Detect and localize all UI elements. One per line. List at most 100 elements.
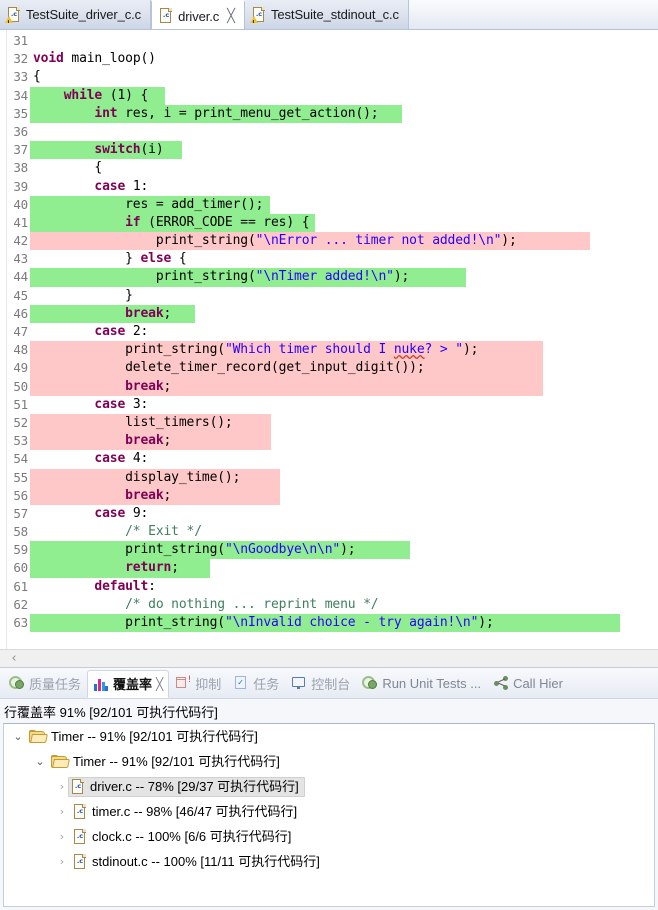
code-lines: 3132void main_loop()33 {34 while (1) {35 …: [0, 32, 658, 632]
code-text: {: [33, 68, 41, 86]
editor-tab-testsuite-driver-c-c[interactable]: .cTestSuite_driver_c.c: [0, 0, 151, 29]
close-icon[interactable]: ╳: [156, 677, 163, 691]
code-line[interactable]: 63 print_string("\nInvalid choice - try …: [0, 614, 658, 632]
chevron-down-icon[interactable]: ⌄: [10, 730, 26, 743]
code-line[interactable]: 47 case 2:: [0, 323, 658, 341]
tree-row[interactable]: ›.cstdinout.c -- 100% [11/11 可执行代码行]: [4, 849, 654, 874]
code-text: while (1) {: [33, 87, 148, 105]
tree-row[interactable]: ›.c timer.c -- 98% [46/47 可执行代码行]: [4, 799, 654, 824]
chevron-right-icon[interactable]: ›: [54, 855, 70, 868]
code-text: print_string("\nGoodbye\n\n");: [33, 541, 355, 559]
quality-tasks-icon: [9, 675, 25, 691]
line-number: 61: [0, 578, 28, 596]
code-line[interactable]: 37 switch(i): [0, 141, 658, 159]
chevron-right-icon[interactable]: ›: [54, 830, 70, 843]
line-number: 35: [0, 105, 28, 123]
tree-row[interactable]: ›.cdriver.c -- 78% [29/37 可执行代码行]: [4, 774, 654, 799]
view-tab-tasks[interactable]: ✓任务: [227, 670, 285, 696]
code-line[interactable]: 58 /* Exit */: [0, 523, 658, 541]
code-line[interactable]: 35 int res, i = print_menu_get_action();: [0, 105, 658, 123]
line-number: 60: [0, 559, 28, 577]
view-tab-suppress[interactable]: !抑制: [169, 670, 227, 696]
tree-row-content[interactable]: Timer -- 91% [92/101 可执行代码行]: [26, 727, 264, 746]
tree-row-content[interactable]: .cclock.c -- 100% [6/6 可执行代码行]: [70, 827, 297, 847]
tree-row-content[interactable]: .cdriver.c -- 78% [29/37 可执行代码行]: [68, 777, 305, 797]
run-unit-tests-icon: [362, 675, 378, 691]
tree-row-label: timer.c -- 98% [46/47 可执行代码行]: [92, 804, 297, 819]
coverage-bars-icon: [93, 676, 109, 692]
code-text: } else {: [33, 250, 187, 268]
tree-row-content[interactable]: .c timer.c -- 98% [46/47 可执行代码行]: [70, 802, 303, 822]
tree-row-label: stdinout.c -- 100% [11/11 可执行代码行]: [92, 854, 320, 869]
close-icon[interactable]: ╳: [227, 10, 235, 23]
code-line[interactable]: 59 print_string("\nGoodbye\n\n");: [0, 541, 658, 559]
code-text: int res, i = print_menu_get_action();: [33, 105, 378, 123]
line-number: 33: [0, 68, 28, 86]
line-number: 39: [0, 178, 28, 196]
code-line[interactable]: 62 /* do nothing ... reprint menu */: [0, 596, 658, 614]
code-viewport[interactable]: 3132void main_loop()33 {34 while (1) {35 …: [0, 30, 658, 667]
editor-tab-label: TestSuite_driver_c.c: [26, 7, 141, 22]
line-number: 31: [0, 32, 28, 50]
code-line[interactable]: 56 break;: [0, 487, 658, 505]
c-file-icon: .c: [73, 804, 87, 820]
view-tab-label: Run Unit Tests ...: [382, 676, 481, 691]
code-line[interactable]: 45 }: [0, 287, 658, 305]
tree-row-content[interactable]: .cstdinout.c -- 100% [11/11 可执行代码行]: [70, 852, 326, 872]
code-line[interactable]: 53 break;: [0, 432, 658, 450]
code-line[interactable]: 41 if (ERROR_CODE == res) {: [0, 214, 658, 232]
code-line[interactable]: 61 default:: [0, 578, 658, 596]
view-tab-label: 抑制: [195, 674, 221, 693]
scrollbar-track[interactable]: [28, 650, 658, 667]
view-tab-call-hierarchy[interactable]: Call Hier: [487, 670, 569, 696]
tree-row[interactable]: ›.cclock.c -- 100% [6/6 可执行代码行]: [4, 824, 654, 849]
code-line[interactable]: 50 break;: [0, 378, 658, 396]
scroll-left-button[interactable]: ‹: [0, 650, 28, 667]
tree-row-label: Timer -- 91% [92/101 可执行代码行]: [51, 729, 258, 744]
coverage-tree[interactable]: ⌄Timer -- 91% [92/101 可执行代码行]⌄Timer -- 9…: [3, 723, 655, 907]
code-line[interactable]: 57 case 9:: [0, 505, 658, 523]
tree-row[interactable]: ⌄ Timer -- 91% [92/101 可执行代码行]: [4, 724, 654, 749]
view-tab-run-unit-tests[interactable]: Run Unit Tests ...: [356, 670, 487, 696]
code-line[interactable]: 43 } else {: [0, 250, 658, 268]
code-line[interactable]: 32void main_loop(): [0, 50, 658, 68]
editor-tab-driver-c[interactable]: .cdriver.c╳: [151, 0, 245, 30]
view-tab-console[interactable]: 控制台: [285, 670, 356, 696]
code-line[interactable]: 31: [0, 32, 658, 50]
code-line[interactable]: 44 print_string("\nTimer added!\n");: [0, 268, 658, 286]
code-text: /* Exit */: [33, 523, 202, 541]
code-line[interactable]: 34 while (1) {: [0, 87, 658, 105]
line-number: 59: [0, 541, 28, 559]
editor-tab-testsuite-stdinout-c-c[interactable]: .c TestSuite_stdinout_c.c: [245, 0, 409, 29]
tree-row[interactable]: ⌄Timer -- 91% [92/101 可执行代码行]: [4, 749, 654, 774]
code-line[interactable]: 46 break;: [0, 305, 658, 323]
code-line[interactable]: 42 print_string("\nError ... timer not a…: [0, 232, 658, 250]
code-line[interactable]: 40 res = add_timer();: [0, 196, 658, 214]
editor-tab-label: TestSuite_stdinout_c.c: [271, 7, 399, 22]
chevron-right-icon[interactable]: ›: [54, 805, 70, 818]
editor-horizontal-scrollbar[interactable]: ‹: [0, 649, 658, 667]
console-icon: [291, 675, 307, 691]
code-text: if (ERROR_CODE == res) {: [33, 214, 309, 232]
chevron-left-icon: ‹: [11, 652, 16, 665]
code-editor[interactable]: 3132void main_loop()33 {34 while (1) {35 …: [0, 30, 658, 668]
code-line[interactable]: 33 {: [0, 68, 658, 86]
code-line[interactable]: 39 case 1:: [0, 178, 658, 196]
line-number: 44: [0, 268, 28, 286]
code-line[interactable]: 38 {: [0, 159, 658, 177]
code-line[interactable]: 48 print_string("Which timer should I nu…: [0, 341, 658, 359]
code-line[interactable]: 36: [0, 123, 658, 141]
c-file-warning-icon: .c: [252, 7, 266, 23]
code-line[interactable]: 51 case 3:: [0, 396, 658, 414]
view-tab-coverage-bars[interactable]: 覆盖率╳: [87, 670, 169, 698]
tree-row-content[interactable]: Timer -- 91% [92/101 可执行代码行]: [48, 752, 286, 771]
code-line[interactable]: 60 return;: [0, 559, 658, 577]
code-line[interactable]: 49 delete_timer_record(get_input_digit()…: [0, 359, 658, 377]
line-number: 52: [0, 414, 28, 432]
code-line[interactable]: 52 list_timers();: [0, 414, 658, 432]
line-number: 56: [0, 487, 28, 505]
code-line[interactable]: 54 case 4:: [0, 450, 658, 468]
view-tab-quality-tasks[interactable]: 质量任务: [3, 670, 87, 696]
chevron-down-icon[interactable]: ⌄: [32, 755, 48, 768]
code-line[interactable]: 55 display_time();: [0, 469, 658, 487]
